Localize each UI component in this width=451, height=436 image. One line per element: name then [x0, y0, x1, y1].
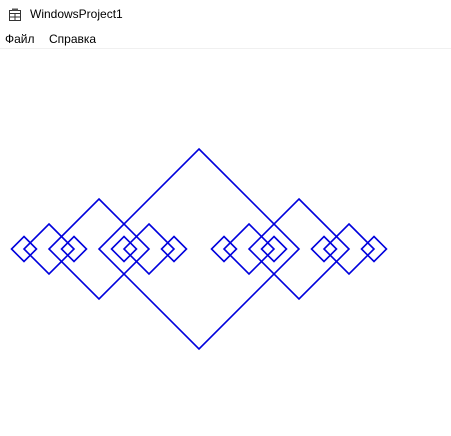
window-title: WindowsProject1 [30, 7, 123, 21]
diamond-shape-0 [97, 147, 301, 351]
app-window-icon [9, 8, 21, 21]
menu-file[interactable]: Файл [5, 31, 35, 47]
menu-help[interactable]: Справка [49, 31, 96, 47]
title-bar[interactable]: WindowsProject1 [0, 0, 451, 30]
drawing-canvas [10, 147, 388, 351]
menu-bar: Файл Справка [0, 30, 451, 49]
